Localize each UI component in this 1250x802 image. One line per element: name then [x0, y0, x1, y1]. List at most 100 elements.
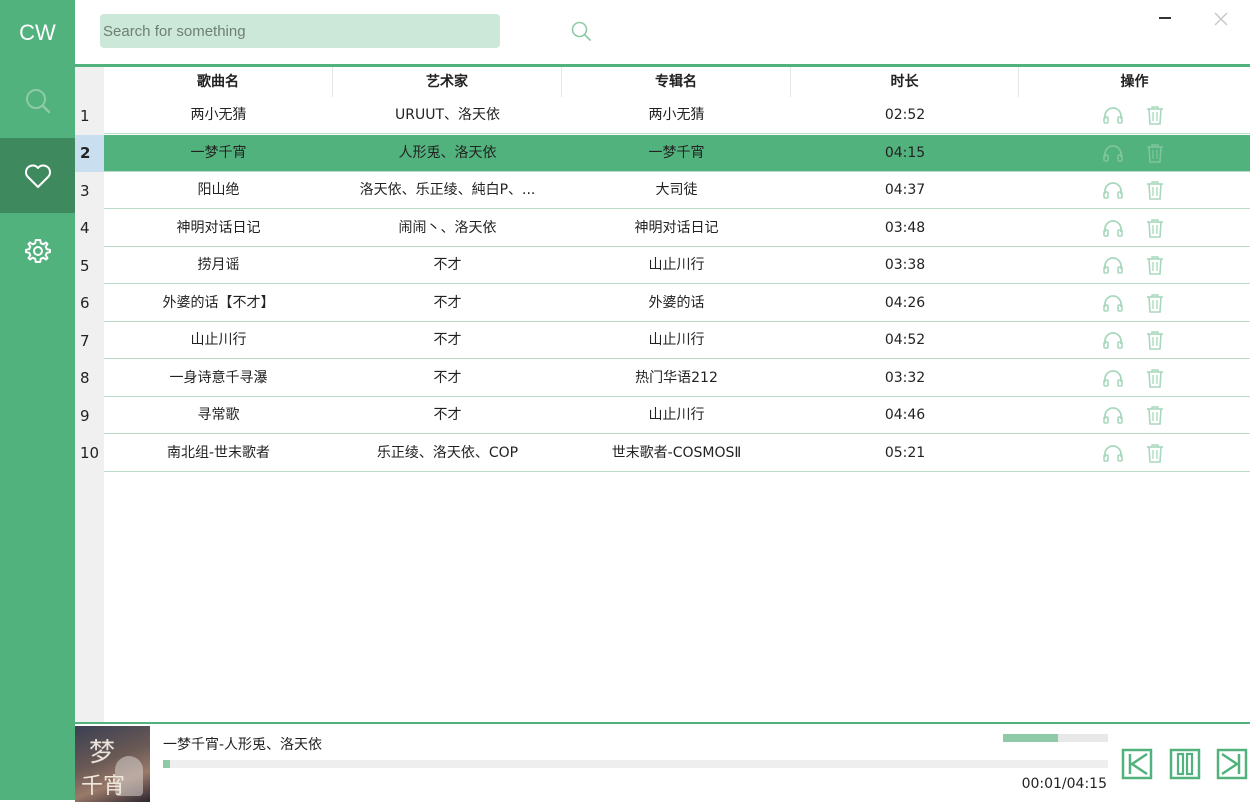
song-artist: 洛天依、乐正绫、純白P、... [359, 182, 536, 198]
song-title: 阳山绝 [197, 182, 240, 198]
app-logo: CW [19, 20, 56, 45]
skip-next-icon [1216, 748, 1248, 780]
headphones-icon[interactable] [1102, 104, 1124, 126]
volume-level [1003, 734, 1058, 742]
trash-icon[interactable] [1144, 404, 1166, 426]
row-actions [1019, 247, 1248, 283]
row-index: 9 [80, 406, 90, 425]
next-button[interactable] [1216, 748, 1248, 780]
gear-icon [24, 238, 51, 263]
headphones-icon[interactable] [1102, 404, 1124, 426]
row-actions [1019, 397, 1248, 433]
headphones-icon[interactable] [1102, 442, 1124, 464]
trash-icon[interactable] [1144, 329, 1166, 351]
song-title: 神明对话日记 [176, 219, 261, 236]
headphones-icon[interactable] [1102, 367, 1124, 389]
pause-button[interactable] [1169, 748, 1201, 780]
table-row[interactable]: 南北组-世末歌者 乐正绫、洛天依、COP 世末歌者-COSMOSⅡ 05:21 [104, 435, 1250, 472]
close-icon [1214, 12, 1228, 26]
row-index: 2 [75, 134, 104, 172]
table-row[interactable]: 山止川行 不才 山止川行 04:52 [104, 322, 1250, 359]
table-row[interactable]: 捞月谣 不才 山止川行 03:38 [104, 247, 1250, 284]
song-album: 外婆的话 [648, 294, 705, 311]
album-cover: 梦 千宵 [75, 726, 150, 802]
song-artist: 不才 [433, 407, 462, 423]
song-artist: 人形兎、洛天依 [398, 144, 497, 161]
search-icon [25, 88, 50, 113]
header-actions: 操作 [1120, 74, 1149, 90]
search-input[interactable] [100, 14, 463, 48]
trash-icon[interactable] [1144, 142, 1166, 164]
song-title: 一梦千宵 [190, 144, 247, 161]
headphones-icon[interactable] [1102, 217, 1124, 239]
headphones-icon[interactable] [1102, 179, 1124, 201]
playback-time: 00:01/04:15 [1021, 776, 1107, 792]
row-index: 10 [80, 444, 100, 462]
header-artist[interactable]: 艺术家 [333, 67, 562, 97]
song-artist: 不才 [433, 369, 462, 386]
row-actions [1019, 97, 1248, 133]
table-row[interactable]: 外婆的话【不才】 不才 外婆的话 04:26 [104, 285, 1250, 322]
table-row[interactable]: 神明对话日记 闹闹丶、洛天依 神明对话日记 03:48 [104, 210, 1250, 247]
song-duration: 04:52 [884, 332, 926, 348]
song-duration: 04:26 [884, 294, 926, 311]
sidebar-item-settings[interactable] [0, 213, 75, 288]
song-album: 山止川行 [648, 257, 705, 273]
table-row[interactable]: 寻常歌 不才 山止川行 04:46 [104, 397, 1250, 434]
row-actions [1019, 285, 1248, 321]
song-duration: 03:38 [884, 257, 926, 273]
close-button[interactable] [1210, 8, 1232, 30]
song-artist: 闹闹丶、洛天依 [398, 219, 497, 236]
trash-icon[interactable] [1144, 442, 1166, 464]
sidebar-item-search[interactable] [0, 63, 75, 138]
minimize-button[interactable] [1154, 8, 1176, 30]
trash-icon[interactable] [1144, 104, 1166, 126]
trash-icon[interactable] [1144, 367, 1166, 389]
sidebar-item-favorites[interactable] [0, 138, 75, 213]
song-duration: 03:48 [884, 219, 926, 236]
song-artist: 不才 [433, 257, 462, 273]
table-row[interactable]: 一梦千宵 人形兎、洛天依 一梦千宵 04:15 [104, 134, 1250, 172]
row-index: 4 [80, 219, 90, 237]
headphones-icon[interactable] [1102, 142, 1124, 164]
headphones-icon[interactable] [1102, 329, 1124, 351]
header-title[interactable]: 歌曲名 [104, 67, 333, 97]
minimize-icon [1159, 17, 1171, 19]
search-icon[interactable] [570, 20, 592, 42]
header-album[interactable]: 专辑名 [562, 67, 791, 97]
progress-bar[interactable] [163, 760, 1108, 768]
row-index: 7 [80, 331, 90, 350]
player-bar: 梦 千宵 一梦千宵-人形兎、洛天依 00:01/04:15 [75, 722, 1250, 802]
table-row[interactable]: 阳山绝 洛天依、乐正绫、純白P、... 大司徒 04:37 [104, 172, 1250, 209]
header-duration[interactable]: 时长 [791, 67, 1019, 97]
song-title: 一身诗意千寻瀑 [169, 369, 268, 386]
pause-icon [1169, 748, 1201, 780]
trash-icon[interactable] [1144, 217, 1166, 239]
table-header: 歌曲名 艺术家 专辑名 时长 操作 [104, 67, 1250, 97]
song-album: 一梦千宵 [648, 144, 705, 161]
song-title: 南北组-世末歌者 [166, 444, 271, 461]
row-index: 1 [80, 106, 90, 125]
row-actions [1019, 210, 1248, 246]
table-row[interactable]: 一身诗意千寻瀑 不才 热门华语212 03:32 [104, 360, 1250, 397]
row-actions [1019, 360, 1248, 396]
headphones-icon[interactable] [1102, 254, 1124, 276]
row-index-column: 1 2 3 4 5 6 7 8 9 10 [75, 67, 104, 722]
song-duration: 03:32 [884, 369, 926, 386]
song-artist: 不才 [433, 332, 462, 348]
song-table: 1 2 3 4 5 6 7 8 9 10 歌曲名 艺术家 专辑名 时长 操作 两小无猜 URUUT、… [75, 64, 1250, 725]
volume-slider[interactable] [1003, 734, 1108, 742]
table-row[interactable]: 两小无猜 URUUT、洛天依 两小无猜 02:52 [104, 97, 1250, 134]
trash-icon[interactable] [1144, 292, 1166, 314]
row-actions [1019, 135, 1248, 171]
trash-icon[interactable] [1144, 254, 1166, 276]
heart-icon [24, 164, 51, 188]
trash-icon[interactable] [1144, 179, 1166, 201]
row-index: 8 [80, 369, 90, 387]
song-album: 世末歌者-COSMOSⅡ [611, 444, 742, 461]
song-album: 山止川行 [648, 407, 705, 423]
song-artist: URUUT、洛天依 [394, 107, 501, 123]
headphones-icon[interactable] [1102, 292, 1124, 314]
song-title: 外婆的话【不才】 [162, 294, 275, 311]
previous-button[interactable] [1121, 748, 1153, 780]
